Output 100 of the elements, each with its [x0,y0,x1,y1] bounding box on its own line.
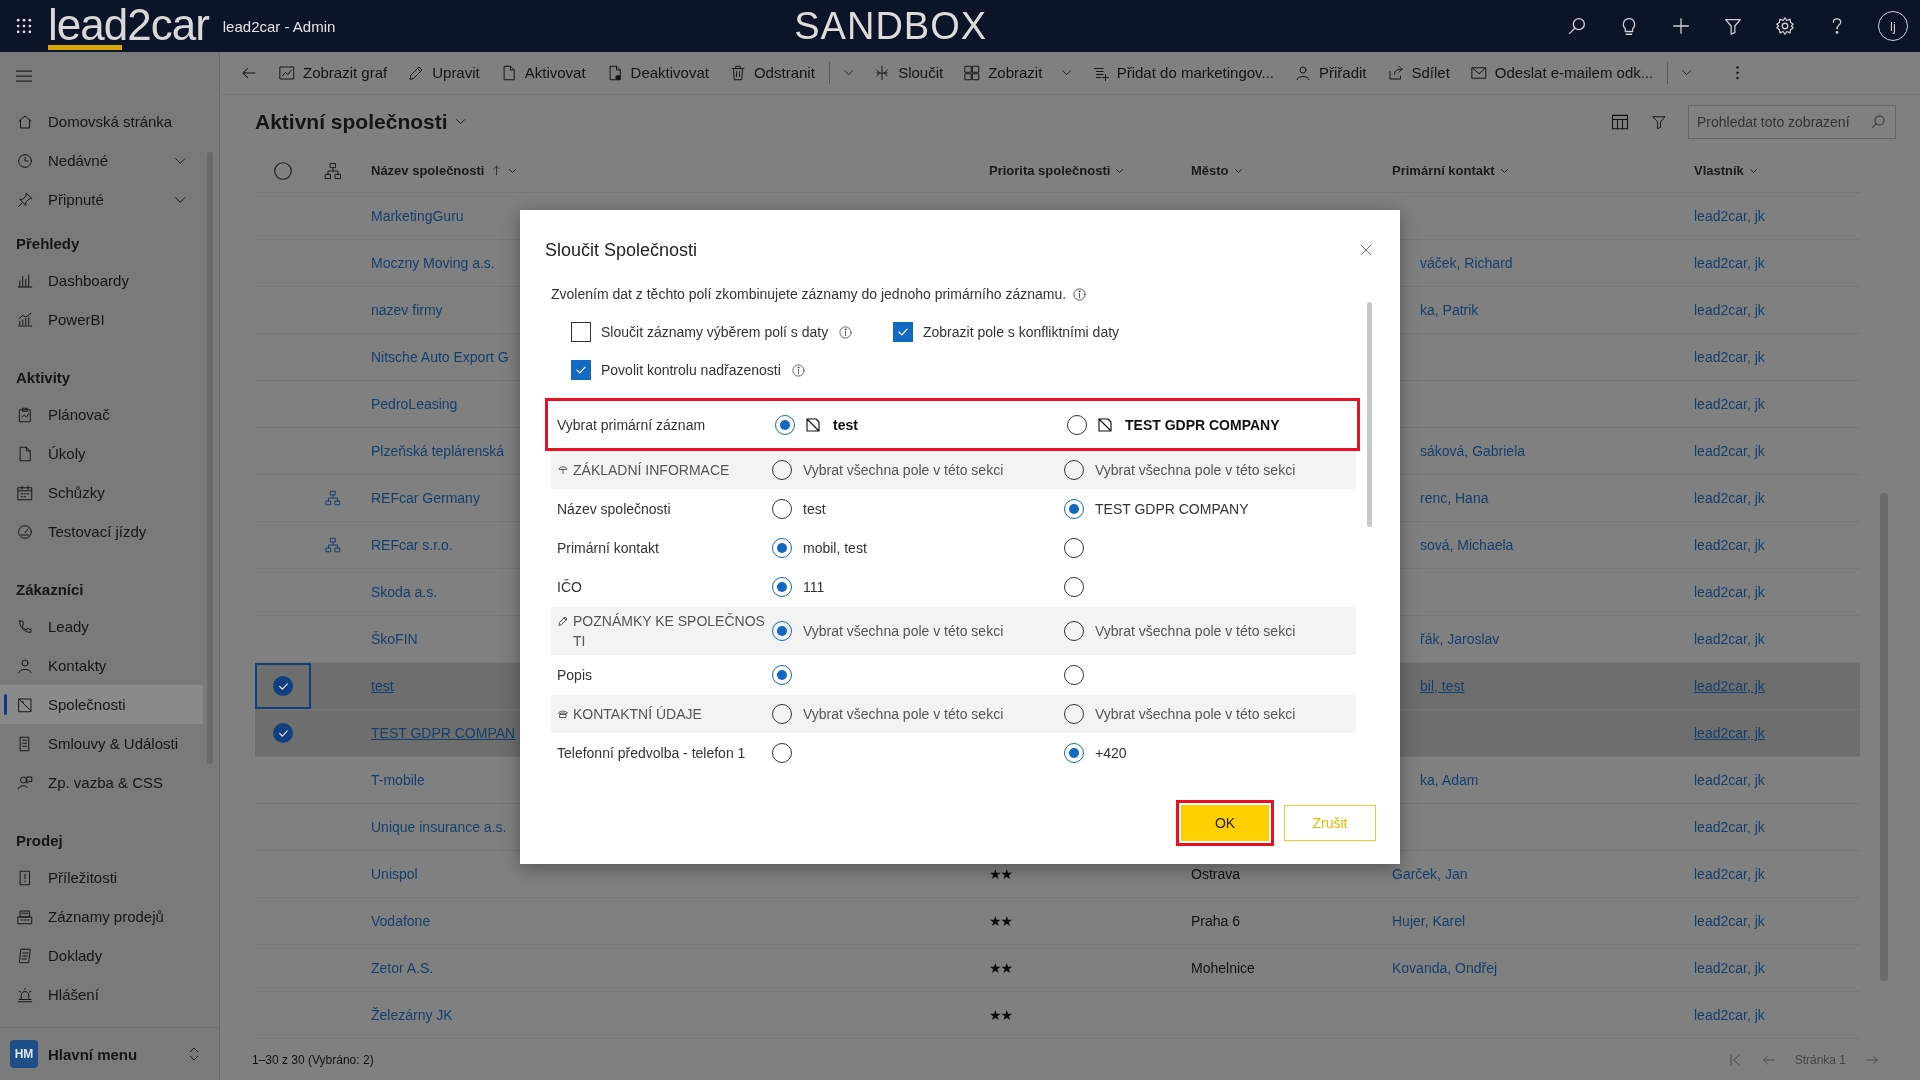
company-link[interactable]: TEST GDPR COMPAN [371,725,516,741]
nav-item[interactable]: Kontakty [0,646,203,685]
nav-item[interactable]: Úkoly [0,434,203,473]
owner-link[interactable]: lead2car, jk [1694,255,1765,271]
nav-item[interactable]: Doklady [0,936,203,975]
company-link[interactable]: Nitsche Auto Export G [371,349,509,365]
option-value: TEST GDPR COMPANY [1095,501,1249,517]
nav-item[interactable]: Plánovač [0,395,203,434]
company-link[interactable]: Zetor A.S. [371,960,434,976]
toolbar-button[interactable]: Upravit [397,54,490,91]
ok-button[interactable]: OK [1176,800,1274,846]
owner-link[interactable]: lead2car, jk [1694,819,1765,835]
owner-link[interactable]: lead2car, jk [1694,490,1765,506]
toolbar-button[interactable]: Aktivovat [489,54,596,91]
toolbar-button[interactable]: Deaktivovat [595,54,719,91]
company-link[interactable]: Unispol [371,866,418,882]
plus-icon[interactable] [1670,15,1692,37]
chevron-down-icon [1682,70,1692,76]
company-link[interactable]: Skoda a.s. [371,584,438,600]
owner-link[interactable]: lead2car, jk [1694,537,1765,553]
checkbox[interactable] [571,360,591,380]
owner-link[interactable]: lead2car, jk [1694,443,1765,459]
contact-link[interactable]: Garček, Jan [1392,866,1468,882]
owner-link[interactable]: lead2car, jk [1694,913,1765,929]
contact-link[interactable]: sová, Michaela [1420,537,1514,553]
nav-item[interactable]: Záznamy prodejů [0,897,203,936]
contact-link[interactable]: ka, Patrik [1420,302,1479,318]
nav-item[interactable]: Hlášení [0,975,203,1014]
company-link[interactable]: REFcar Germany [371,490,480,506]
owner-link[interactable]: lead2car, jk [1694,631,1765,647]
toolbar-button[interactable]: Přiřadit [1284,54,1377,91]
option-value: Vybrat všechna pole v této sekci [1095,706,1296,722]
company-link[interactable]: test [371,678,394,694]
contact-link[interactable]: ka, Adam [1420,772,1479,788]
company-link[interactable]: ŠkoFIN [371,631,418,647]
scrollbar[interactable] [1367,302,1372,527]
owner-link[interactable]: lead2car, jk [1694,725,1765,741]
search-field[interactable]: Prohledat toto zobrazení [1688,104,1896,139]
checkbox[interactable] [893,322,913,342]
nav-item[interactable]: Smlouvy & Události [0,724,203,763]
owner-link[interactable]: lead2car, jk [1694,584,1765,600]
nav-item[interactable]: Připnuté [0,180,203,219]
contact-link[interactable]: Kovanda, Ondřej [1392,960,1498,976]
company-link[interactable]: nazev firmy [371,302,443,318]
owner-link[interactable]: lead2car, jk [1694,1007,1765,1023]
column-header[interactable]: Primární kontakt [1376,163,1678,178]
close-icon[interactable] [1358,242,1374,258]
settings-icon[interactable] [1774,15,1796,37]
company-link[interactable]: REFcar s.r.o. [371,537,453,553]
company-link[interactable]: T-mobile [371,772,425,788]
company-link[interactable]: Vodafone [371,913,431,929]
select-all-icon[interactable] [272,159,294,182]
contact-link[interactable]: Hujer, Karel [1392,913,1466,929]
contact-link[interactable]: renc, Hana [1420,490,1489,506]
nav-item[interactable]: Nedávné [0,141,203,180]
owner-link[interactable]: lead2car, jk [1694,396,1765,412]
column-header[interactable]: Vlastník [1678,163,1860,178]
toolbar-button[interactable]: Sloučit [863,54,954,91]
toolbar-button[interactable]: Zobrazit graf [268,54,398,91]
column-header[interactable]: Město [1175,163,1376,178]
contact-link[interactable]: váček, Richard [1420,255,1513,271]
row-checkbox[interactable] [273,676,293,696]
owner-link[interactable]: lead2car, jk [1694,772,1765,788]
owner-link[interactable]: lead2car, jk [1694,349,1765,365]
contact-link[interactable]: sáková, Gabriela [1420,443,1526,459]
owner-link[interactable]: lead2car, jk [1694,866,1765,882]
company-link[interactable]: Plzeňská teplárenská [371,443,505,459]
view-title[interactable]: Aktivní společnosti [255,109,448,134]
column-header[interactable]: Název společnosti [355,163,973,178]
nav-item[interactable]: Leady [0,607,203,646]
owner-link[interactable]: lead2car, jk [1694,960,1765,976]
area-switcher[interactable]: Hlavní menu [48,1045,175,1063]
company-link[interactable]: Železárny JK [371,1007,453,1023]
nav-item[interactable]: Testovací jízdy [0,512,203,551]
toolbar-button[interactable]: Sdílet [1376,54,1460,91]
row-checkbox[interactable] [273,723,293,743]
column-header[interactable]: Priorita společnosti [973,163,1175,178]
company-link[interactable]: MarketingGuru [371,208,464,224]
nav-item[interactable]: Schůzky [0,473,203,512]
contact-link[interactable]: bil, test [1420,678,1465,694]
toolbar-button[interactable]: Odeslat e-mailem odk... [1459,54,1664,91]
owner-link[interactable]: lead2car, jk [1694,678,1765,694]
toolbar-button[interactable]: Odstranit [718,54,825,91]
owner-link[interactable]: lead2car, jk [1694,302,1765,318]
nav-item[interactable]: Společnosti [0,685,203,724]
nav-item[interactable]: Příležitosti [0,858,203,897]
checkbox[interactable] [571,322,591,342]
nav-item[interactable]: Zp. vazba & CSS [0,763,203,802]
company-link[interactable]: Unique insurance a.s. [371,819,507,835]
search-icon[interactable] [1566,15,1588,37]
toolbar-menu-button[interactable]: Zobrazit [953,54,1053,91]
nav-item[interactable]: Dashboardy [0,261,203,300]
owner-link[interactable]: lead2car, jk [1694,208,1765,224]
contact-link[interactable]: řák, Jaroslav [1420,631,1500,647]
nav-item[interactable]: Domovská stránka [0,102,203,141]
toolbar-button[interactable]: Přidat do marketingov... [1081,54,1284,91]
company-link[interactable]: Moczny Moving a.s. [371,255,495,271]
company-link[interactable]: PedroLeasing [371,396,458,412]
nav-item[interactable]: PowerBI [0,300,203,339]
cancel-button[interactable]: Zrušit [1284,805,1376,841]
